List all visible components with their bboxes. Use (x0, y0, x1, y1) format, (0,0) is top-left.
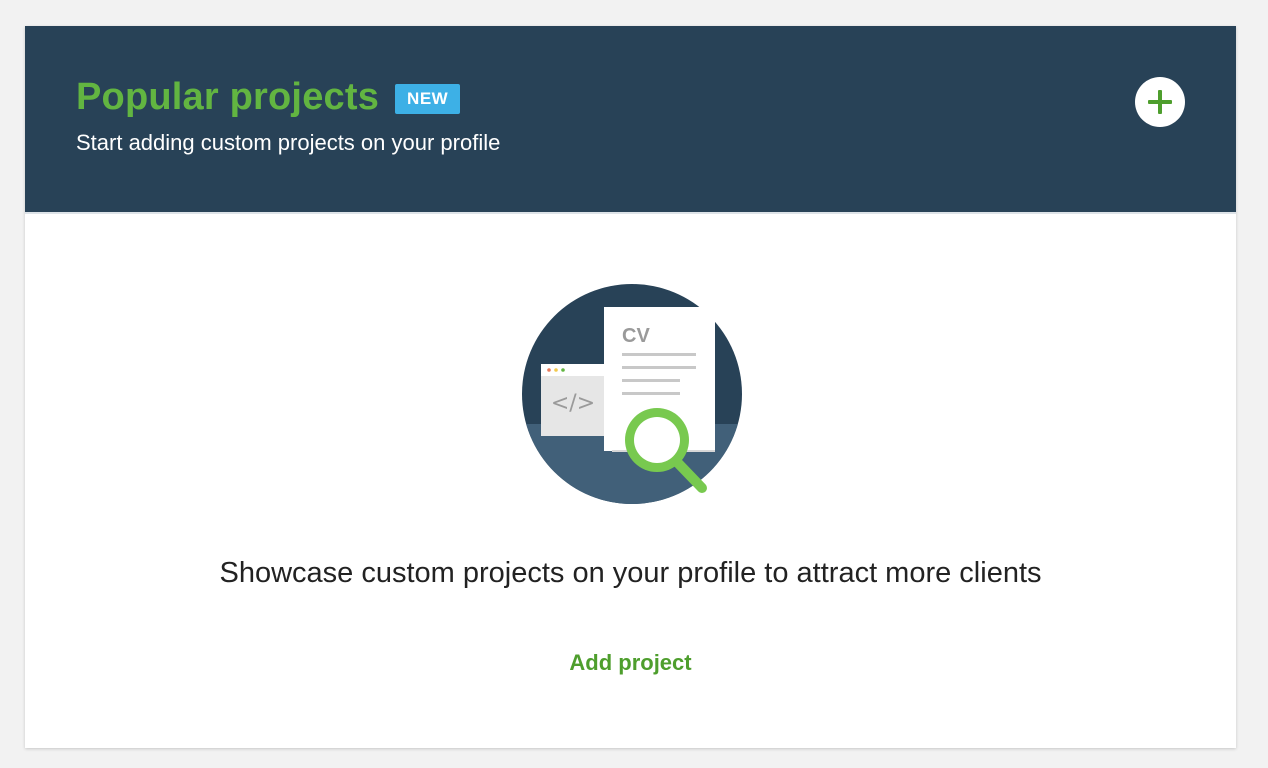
card-header: Popular projects NEW Start adding custom… (25, 26, 1236, 214)
card-subtitle: Start adding custom projects on your pro… (76, 130, 501, 155)
plus-icon (1148, 90, 1172, 114)
card-title: Popular projects (76, 76, 380, 118)
svg-text:</>: </> (551, 391, 595, 416)
projects-illustration: </> CV (522, 284, 742, 504)
svg-text:CV: CV (622, 325, 650, 347)
code-window-icon: </> (541, 364, 613, 436)
new-badge: NEW (395, 83, 461, 114)
empty-state-message: Showcase custom projects on your profile… (219, 557, 1042, 589)
popular-projects-card: Popular projects NEW Start adding custom… (25, 26, 1236, 748)
add-project-row: Add project (25, 650, 1236, 676)
title-row: Popular projects NEW (76, 76, 461, 119)
add-project-button[interactable] (1135, 77, 1185, 127)
add-project-link[interactable]: Add project (569, 650, 691, 675)
